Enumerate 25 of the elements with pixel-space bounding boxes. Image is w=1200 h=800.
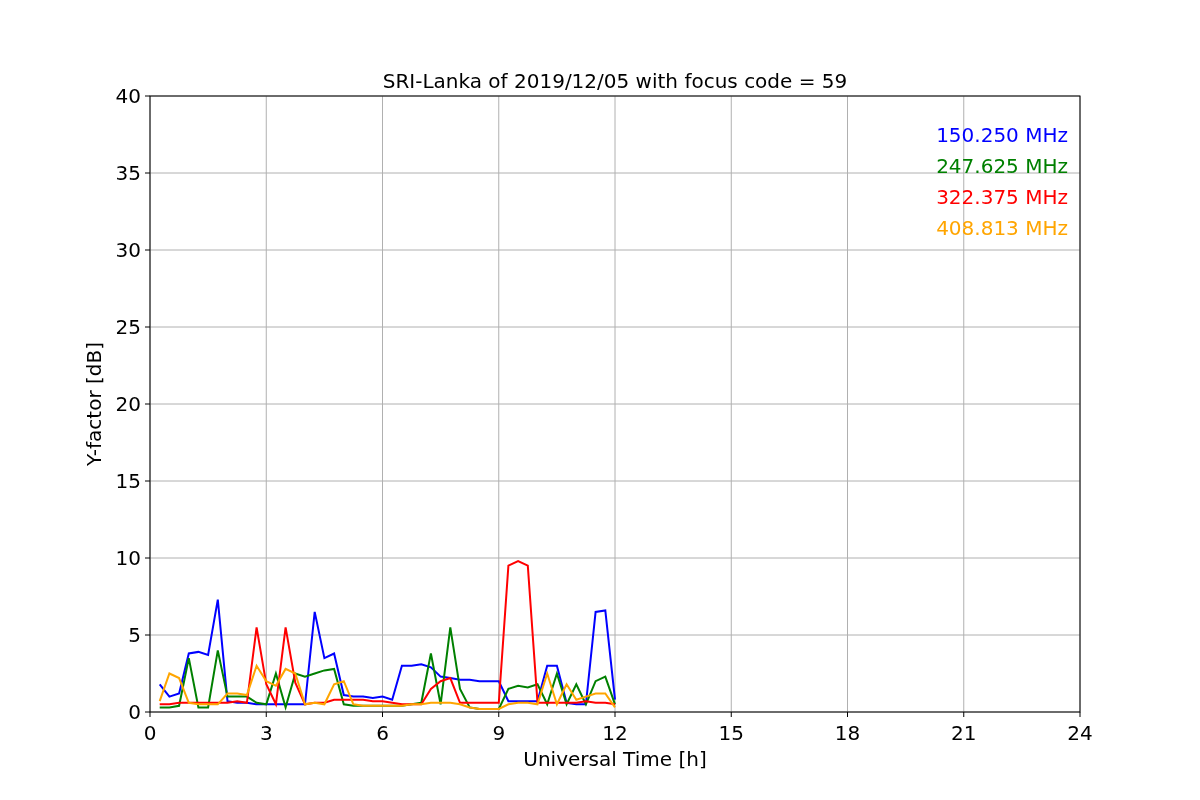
axis-tick-label: 18 bbox=[834, 721, 861, 745]
chart-title: SRI-Lanka of 2019/12/05 with focus code = 59 bbox=[382, 69, 848, 93]
legend-label: 247.625 MHz bbox=[936, 154, 1068, 178]
axis-tick-label: 10 bbox=[115, 546, 141, 570]
axis-tick-label: 12 bbox=[602, 721, 628, 745]
legend-label: 150.250 MHz bbox=[936, 123, 1068, 147]
axis-tick-label: 25 bbox=[115, 315, 141, 339]
axis-tick-label: 40 bbox=[115, 84, 141, 108]
axis-tick-label: 0 bbox=[143, 721, 157, 745]
axis-tick-label: 15 bbox=[718, 721, 744, 745]
axis-tick-label: 5 bbox=[128, 623, 141, 647]
axis-tick-label: 35 bbox=[115, 161, 141, 185]
axis-tick-label: 9 bbox=[492, 721, 506, 745]
x-axis-label: Universal Time [h] bbox=[523, 747, 707, 771]
axis-tick-label: 20 bbox=[115, 392, 141, 416]
legend-label: 408.813 MHz bbox=[936, 216, 1068, 240]
axis-tick-label: 21 bbox=[951, 721, 977, 745]
axis-tick-label: 15 bbox=[115, 469, 141, 493]
axis-tick-label: 3 bbox=[259, 721, 273, 745]
axis-tick-label: 24 bbox=[1067, 721, 1093, 745]
axis-tick-label: 6 bbox=[376, 721, 389, 745]
axis-tick-label: 0 bbox=[128, 700, 141, 724]
axis-tick-label: 30 bbox=[115, 238, 141, 262]
legend-label: 322.375 MHz bbox=[936, 185, 1068, 209]
y-axis-label: Y-factor [dB] bbox=[82, 342, 106, 466]
